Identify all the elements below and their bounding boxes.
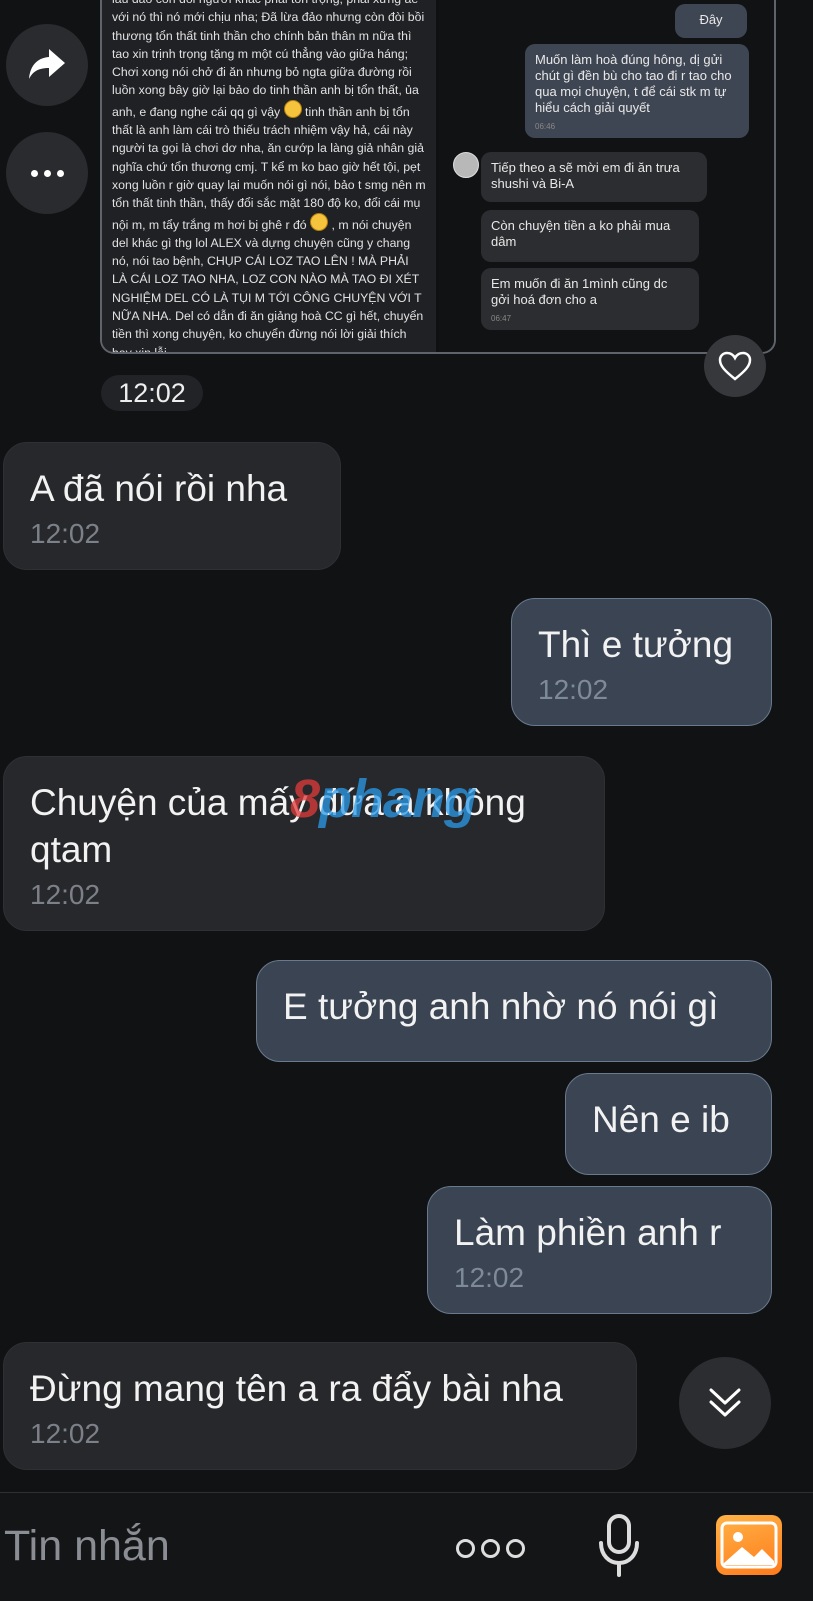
message-bubble-outgoing[interactable]: Thì e tưởng 12:02 (511, 598, 772, 726)
mini-msg-time: 06:47 (491, 314, 512, 323)
share-icon (29, 49, 65, 79)
chevron-double-down-icon (709, 1388, 741, 1417)
mini-msg-tiep: Tiếp theo a sẽ mời em đi ăn trưa shushi … (491, 160, 680, 191)
shared-screenshot-text-panel: lau dao con doi người khác phải tôn trọn… (102, 0, 439, 352)
message-text: Làm phiền anh r (454, 1212, 722, 1253)
message-bubble-outgoing[interactable]: Làm phiền anh r 12:02 (427, 1186, 772, 1314)
more-icon (30, 169, 64, 177)
message-text: Đừng mang tên a ra đẩy bài nha (30, 1368, 563, 1409)
message-text: Nên e ib (592, 1099, 730, 1140)
like-button[interactable] (704, 335, 766, 397)
message-input[interactable] (4, 1511, 424, 1581)
message-time: 12:02 (30, 518, 101, 549)
mic-icon[interactable] (596, 1513, 642, 1579)
scroll-to-bottom-button[interactable] (679, 1357, 771, 1449)
message-time: 12:02 (30, 1418, 101, 1449)
message-time: 12:02 (30, 879, 101, 910)
smiley-icon (310, 212, 329, 231)
message-text: Thì e tưởng (538, 624, 734, 665)
message-time: 12:02 (538, 674, 609, 705)
message-text: E tưởng anh nhờ nó nói gì (283, 986, 719, 1027)
message-text: A đã nói rồi nha (30, 468, 288, 509)
message-time: 12:02 (454, 1262, 525, 1293)
mini-msg-em: Em muốn đi ăn 1mình cũng dc gởi hoá đơn … (491, 276, 668, 307)
mini-msg-con: Còn chuyện tiền a ko phải mua dâm (491, 218, 671, 249)
mini-avatar (453, 152, 479, 178)
more-options-button[interactable] (6, 132, 88, 214)
mini-msg-time: 06:46 (535, 122, 556, 131)
message-composer (0, 1492, 813, 1601)
heart-icon (718, 351, 752, 381)
message-bubble-incoming[interactable]: A đã nói rồi nha 12:02 (3, 442, 341, 570)
mini-msg-muon: Muốn làm hoà đúng hông, dị gửi chút gì đ… (535, 52, 732, 115)
shared-screenshot-chat-panel: Đây Muốn làm hoà đúng hông, dị gửi chút … (439, 0, 774, 352)
message-bubble-incoming[interactable]: Đừng mang tên a ra đẩy bài nha 12:02 (3, 1342, 637, 1470)
more-icon[interactable] (456, 1539, 525, 1558)
message-bubble-outgoing[interactable]: Nên e ib (565, 1073, 772, 1175)
shared-screenshot[interactable]: lau dao con doi người khác phải tôn trọn… (100, 0, 776, 354)
share-button[interactable] (6, 24, 88, 106)
smiley-icon (283, 99, 302, 118)
timestamp-chip: 12:02 (101, 375, 203, 411)
watermark-logo: 8phang (290, 769, 477, 829)
shared-text-part-3: , m nói chuyện del khác gì thg lol ALEX … (112, 217, 424, 354)
shared-text-part-1: lau dao con doi người khác phải tôn trọn… (112, 0, 425, 119)
gallery-icon[interactable] (716, 1515, 782, 1575)
shared-text-part-2: tinh thần anh bị tổn thất là anh làm cái… (112, 104, 426, 232)
message-bubble-outgoing[interactable]: E tưởng anh nhờ nó nói gì (256, 960, 772, 1062)
mini-msg-day: Đây (699, 12, 723, 27)
